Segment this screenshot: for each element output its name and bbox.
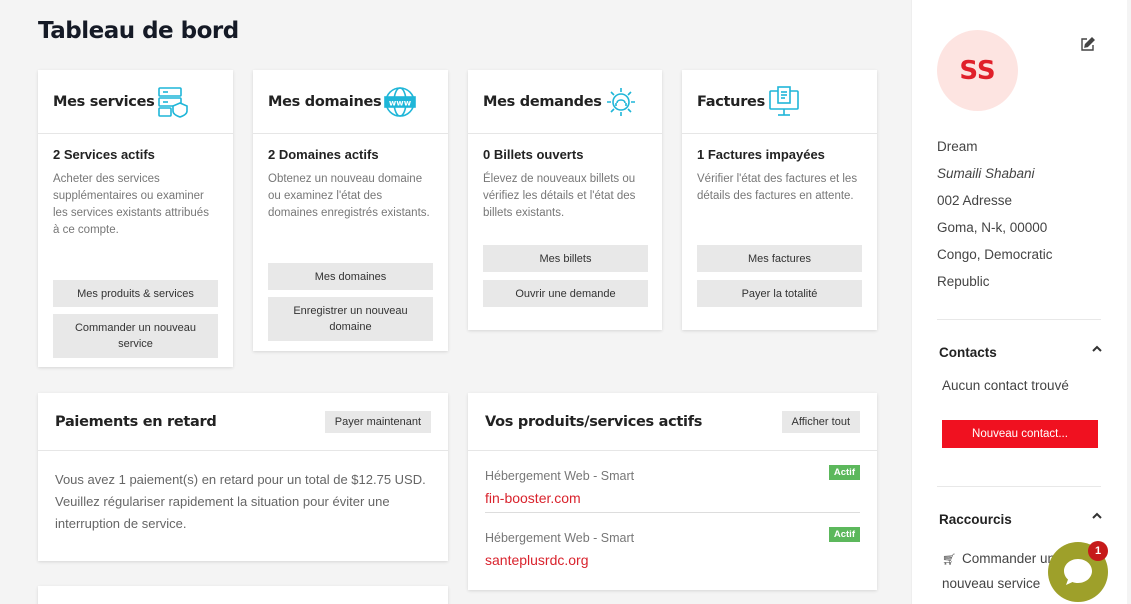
product-domain-link[interactable]: fin-booster.com xyxy=(485,490,581,506)
pay-now-button[interactable]: Payer maintenant xyxy=(324,410,431,433)
card-subtitle: 0 Billets ouverts xyxy=(483,147,584,162)
late-payment-message: Vous avez 1 paiement(s) en retard pour u… xyxy=(55,472,426,531)
shortcut-order-service[interactable]: 🛒︎ Commander un nouveau service xyxy=(942,547,1055,596)
chat-bubble-icon xyxy=(1064,559,1092,585)
address-line: Republic xyxy=(937,274,990,289)
card-subtitle: 2 Domaines actifs xyxy=(268,147,379,162)
divider xyxy=(937,486,1101,487)
contacts-heading: Contacts xyxy=(939,345,997,360)
invoices-card: Factures 1 Factures impayées Vérifier l'… xyxy=(682,70,877,330)
card-header: Vos produits/services actifs Afficher to… xyxy=(468,393,877,451)
card-header: Factures xyxy=(682,70,877,134)
avatar: SS xyxy=(937,30,1018,111)
pay-all-button[interactable]: Payer la totalité xyxy=(697,280,862,307)
shortcut-label: Commander un xyxy=(961,551,1056,566)
address-line: Congo, Democratic xyxy=(937,247,1053,262)
scrollbar[interactable] xyxy=(1123,0,1127,604)
card-header: Paiements en retard Payer maintenant xyxy=(38,393,448,451)
open-request-button[interactable]: Ouvrir une demande xyxy=(483,280,648,307)
chevron-up-icon[interactable] xyxy=(1092,512,1102,520)
product-name: Hébergement Web - Smart xyxy=(485,469,635,483)
chevron-up-icon[interactable] xyxy=(1092,345,1102,353)
services-card: Mes services 2 Services actifs Acheter d… xyxy=(38,70,233,367)
address-line: Dream xyxy=(937,139,978,154)
product-domain-link[interactable]: santeplusrdc.org xyxy=(485,552,589,568)
card-header: Mes services xyxy=(38,70,233,134)
card-title: Mes demandes xyxy=(483,93,602,110)
my-invoices-button[interactable]: Mes factures xyxy=(697,245,862,272)
card-header: Mes demandes xyxy=(468,70,662,134)
page-title: Tableau de bord xyxy=(38,18,239,44)
order-service-button[interactable]: Commander un nouveau service xyxy=(53,314,218,358)
product-name: Hébergement Web - Smart xyxy=(485,531,635,545)
client-address: Dream Sumaili Shabani 002 Adresse Goma, … xyxy=(937,133,1053,295)
main-content: Tableau de bord Mes services 2 Services … xyxy=(0,0,911,604)
requests-card: Mes demandes 0 Billets ouverts Élevez de… xyxy=(468,70,662,330)
status-badge: Actif xyxy=(828,527,860,542)
no-contact-text: Aucun contact trouvé xyxy=(942,378,1069,393)
card-title: Mes domaines xyxy=(268,93,382,110)
divider xyxy=(937,319,1101,320)
card-description: Vérifier l'état des factures et les déta… xyxy=(697,173,858,202)
card-header: Mes domaines www xyxy=(253,70,448,134)
address-line: 002 Adresse xyxy=(937,193,1013,208)
invoice-monitor-icon xyxy=(769,85,799,116)
register-domain-button[interactable]: Enregistrer un nouveau domaine xyxy=(268,297,433,341)
shortcut-label: nouveau service xyxy=(942,576,1041,591)
list-item[interactable]: Hébergement Web - Smart fin-booster.com … xyxy=(485,451,860,513)
my-products-button[interactable]: Mes produits & services xyxy=(53,280,218,307)
cart-icon: 🛒︎ xyxy=(942,554,956,566)
card-description: Élevez de nouveaux billets ou vérifiez l… xyxy=(483,173,636,219)
address-line: Goma, N-k, 00000 xyxy=(937,220,1048,235)
card-description: Obtenez un nouveau domaine ou examinez l… xyxy=(268,173,430,219)
address-line: Sumaili Shabani xyxy=(937,166,1035,181)
card-title: Factures xyxy=(697,93,765,110)
gear-support-icon xyxy=(606,87,635,116)
list-item[interactable]: Hébergement Web - Smart santeplusrdc.org… xyxy=(485,513,860,575)
www-globe-icon: www xyxy=(384,86,417,117)
new-contact-button[interactable]: Nouveau contact... xyxy=(942,420,1098,448)
status-badge: Actif xyxy=(828,465,860,480)
view-all-button[interactable]: Afficher tout xyxy=(781,410,860,433)
card-subtitle: 2 Services actifs xyxy=(53,147,155,162)
late-payments-card: Paiements en retard Payer maintenant Vou… xyxy=(38,393,448,561)
shortcuts-heading: Raccourcis xyxy=(939,512,1012,527)
my-domains-button[interactable]: Mes domaines xyxy=(268,263,433,290)
card-title: Mes services xyxy=(53,93,155,110)
server-shield-icon xyxy=(158,86,189,118)
active-products-card: Vos produits/services actifs Afficher to… xyxy=(468,393,877,590)
my-tickets-button[interactable]: Mes billets xyxy=(483,245,648,272)
partial-card xyxy=(38,586,448,604)
card-description: Acheter des services supplémentaires ou … xyxy=(53,173,209,236)
card-title: Paiements en retard xyxy=(55,413,217,430)
domains-card: Mes domaines www 2 Domaines actifs Obten… xyxy=(253,70,448,351)
svg-text:www: www xyxy=(389,98,412,107)
card-title: Vos produits/services actifs xyxy=(485,413,703,430)
notification-badge: 1 xyxy=(1088,541,1108,561)
edit-icon[interactable] xyxy=(1080,37,1095,52)
client-sidebar: SS Dream Sumaili Shabani 002 Adresse Gom… xyxy=(911,0,1127,604)
card-subtitle: 1 Factures impayées xyxy=(697,147,825,162)
